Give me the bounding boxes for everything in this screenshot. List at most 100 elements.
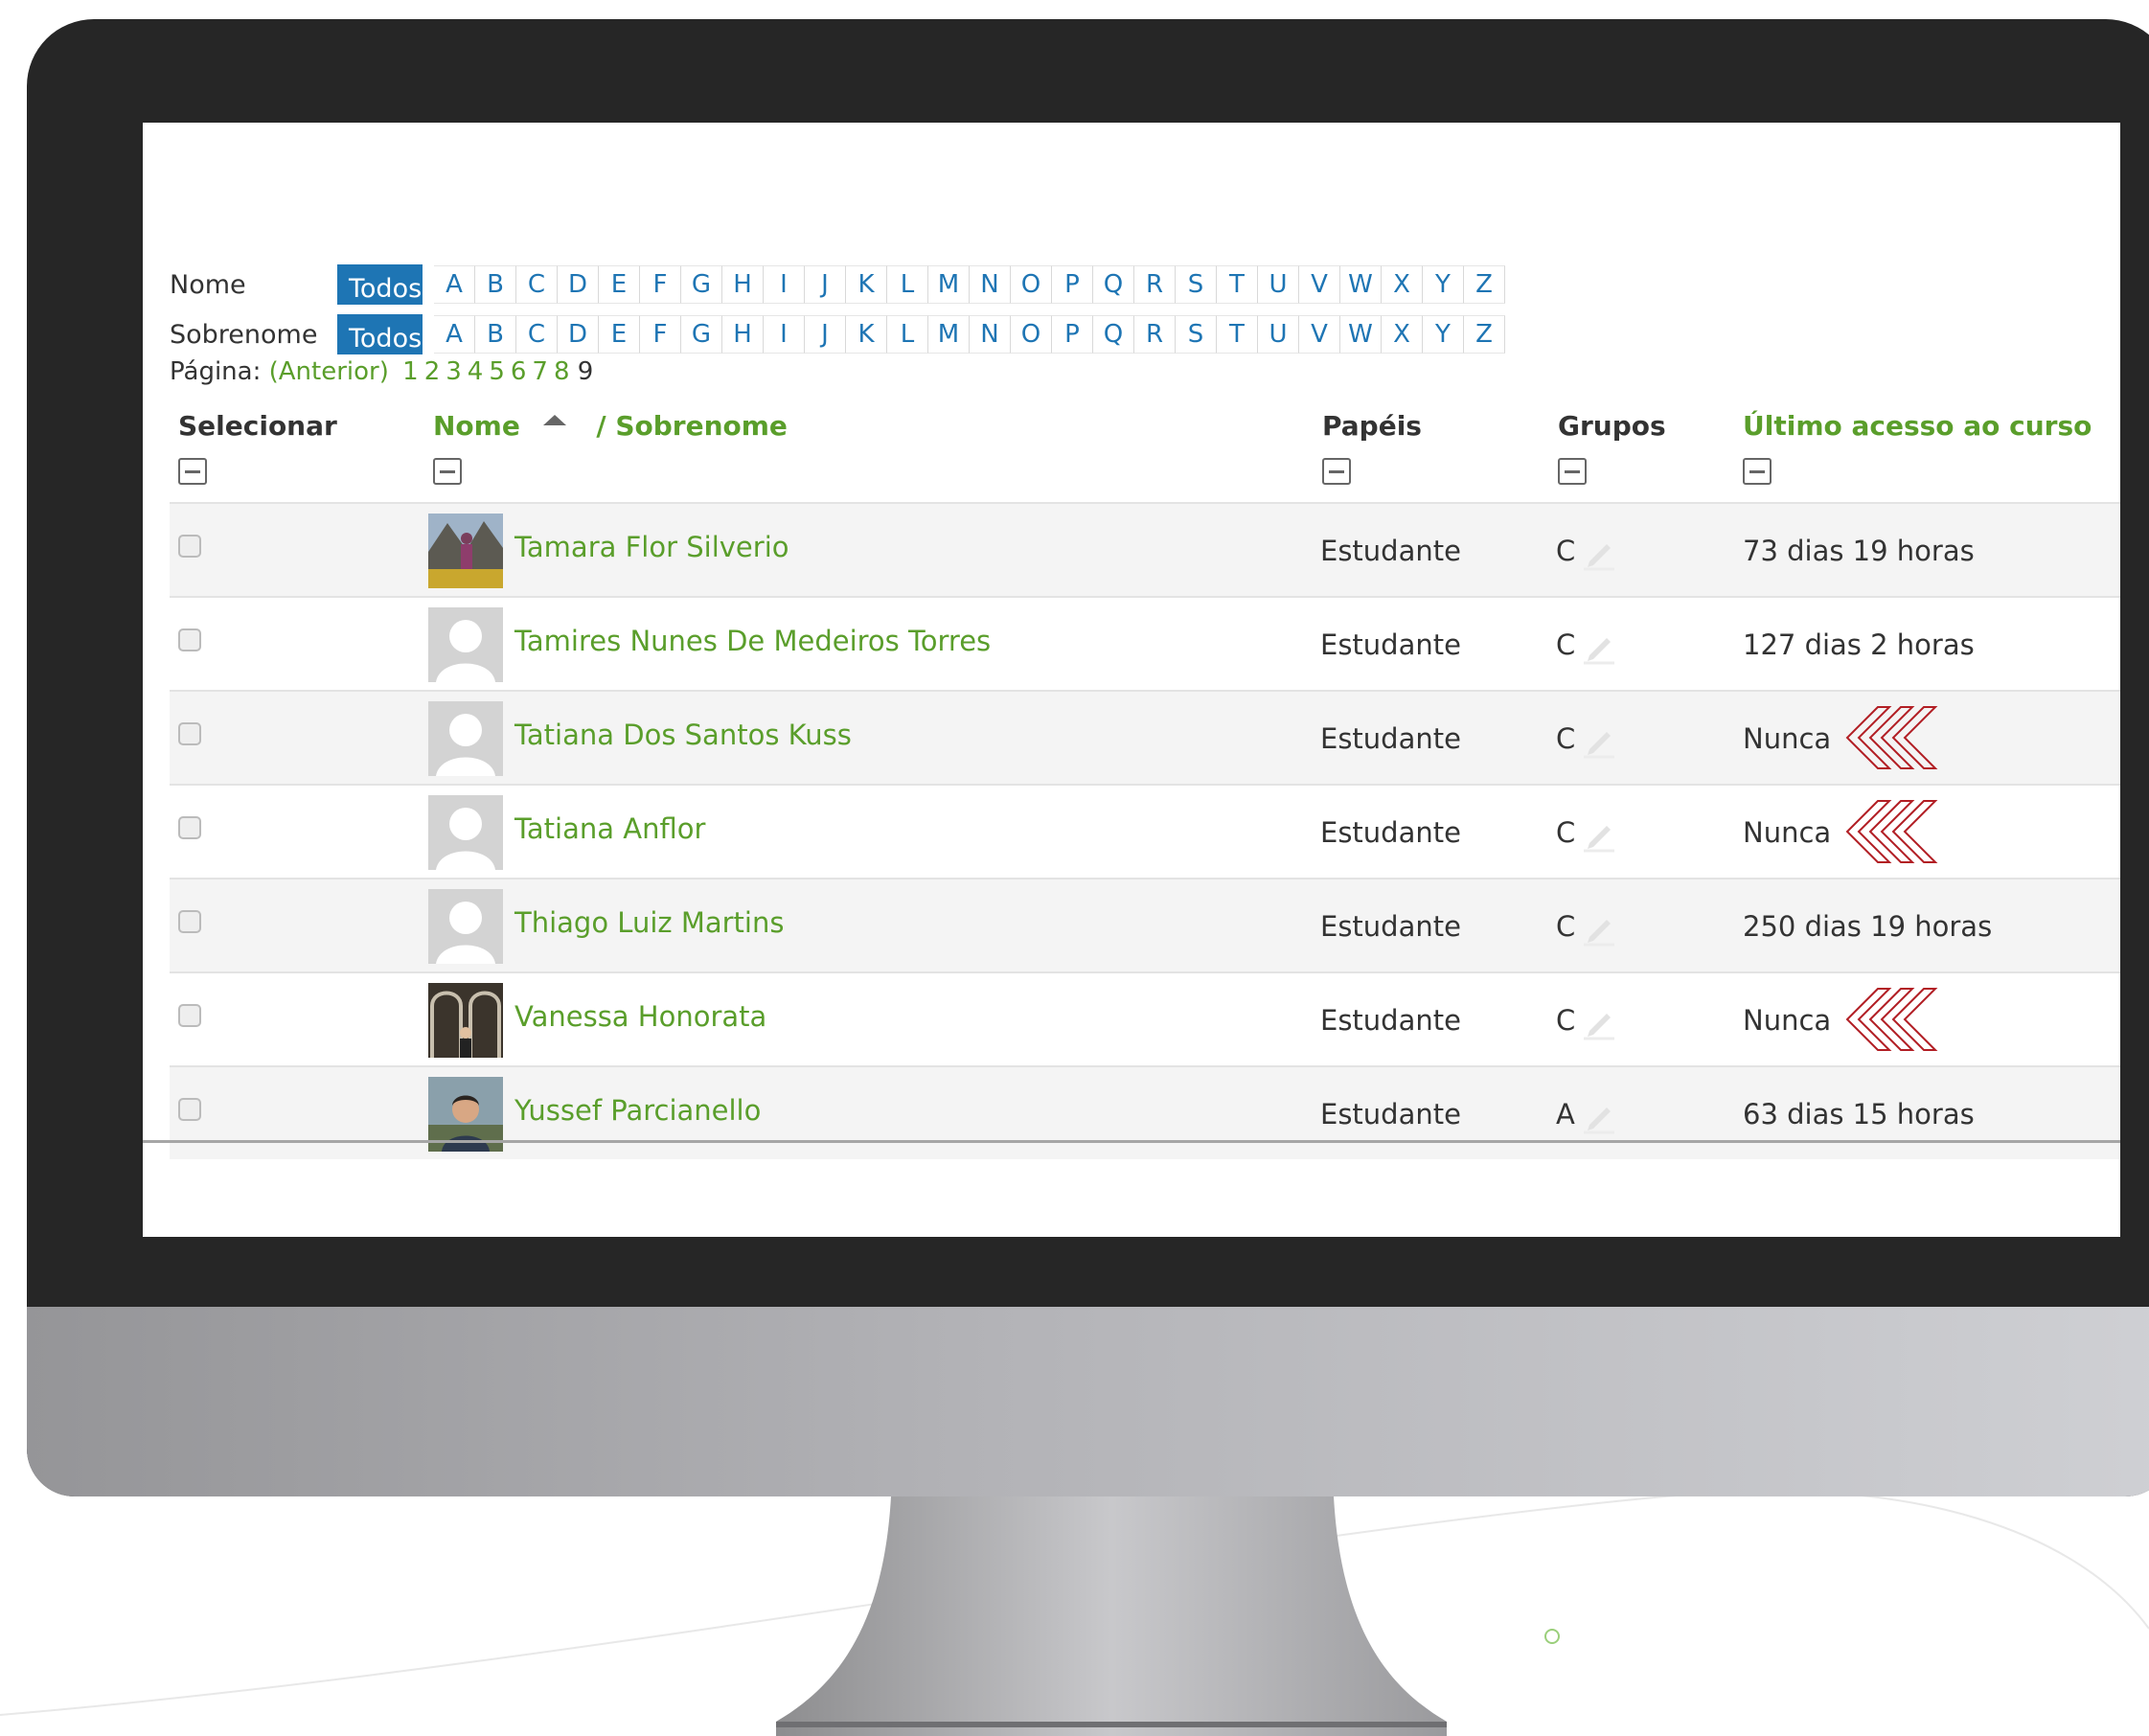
- last-name-letter-a[interactable]: A: [434, 315, 475, 354]
- last-name-letter-i[interactable]: I: [764, 315, 805, 354]
- first-name-letter-c[interactable]: C: [516, 265, 558, 304]
- edit-group-pencil-icon[interactable]: [1580, 908, 1618, 947]
- first-name-letter-z[interactable]: Z: [1464, 265, 1505, 304]
- user-last-access: 63 dias 15 horas: [1743, 1098, 1975, 1131]
- first-name-letter-j[interactable]: J: [805, 265, 846, 304]
- last-name-letter-n[interactable]: N: [970, 315, 1011, 354]
- user-avatar[interactable]: [428, 701, 503, 776]
- pagination-page-link[interactable]: 5: [489, 357, 505, 386]
- pagination-previous[interactable]: (Anterior): [269, 357, 389, 386]
- edit-group-pencil-icon[interactable]: [1580, 814, 1618, 853]
- row-select-checkbox[interactable]: [178, 1098, 201, 1121]
- first-name-letter-y[interactable]: Y: [1423, 265, 1464, 304]
- first-name-letter-x[interactable]: X: [1382, 265, 1423, 304]
- sort-by-surname-link[interactable]: / Sobrenome: [596, 410, 788, 442]
- edit-group-pencil-icon[interactable]: [1580, 720, 1618, 759]
- pagination-page-link[interactable]: 4: [468, 357, 484, 386]
- last-name-letter-k[interactable]: K: [846, 315, 887, 354]
- last-name-letter-l[interactable]: L: [887, 315, 928, 354]
- user-role: Estudante: [1320, 1004, 1461, 1037]
- pagination-page-link[interactable]: 8: [554, 357, 570, 386]
- first-name-letter-g[interactable]: G: [681, 265, 722, 304]
- last-name-letter-o[interactable]: O: [1011, 315, 1052, 354]
- row-select-checkbox[interactable]: [178, 628, 201, 651]
- first-name-letter-v[interactable]: V: [1299, 265, 1340, 304]
- last-name-letter-v[interactable]: V: [1299, 315, 1340, 354]
- last-name-letter-m[interactable]: M: [928, 315, 970, 354]
- pagination-page-link[interactable]: 2: [424, 357, 441, 386]
- user-avatar[interactable]: [428, 983, 503, 1058]
- last-name-letter-u[interactable]: U: [1258, 315, 1299, 354]
- first-name-letter-f[interactable]: F: [640, 265, 681, 304]
- last-name-letter-x[interactable]: X: [1382, 315, 1423, 354]
- last-name-letter-j[interactable]: J: [805, 315, 846, 354]
- user-avatar[interactable]: [428, 889, 503, 964]
- first-name-letter-d[interactable]: D: [558, 265, 599, 304]
- last-name-letter-e[interactable]: E: [599, 315, 640, 354]
- collapse-name-icon[interactable]: [433, 458, 462, 485]
- first-name-letter-e[interactable]: E: [599, 265, 640, 304]
- last-name-letter-t[interactable]: T: [1217, 315, 1258, 354]
- edit-group-pencil-icon[interactable]: [1580, 1096, 1618, 1134]
- last-name-letter-b[interactable]: B: [475, 315, 516, 354]
- row-select-checkbox[interactable]: [178, 535, 201, 558]
- last-name-letter-f[interactable]: F: [640, 315, 681, 354]
- first-name-letter-u[interactable]: U: [1258, 265, 1299, 304]
- user-name-link[interactable]: Tamires Nunes De Medeiros Torres: [514, 625, 991, 657]
- last-name-letter-w[interactable]: W: [1340, 315, 1382, 354]
- pagination-page-link[interactable]: 7: [532, 357, 548, 386]
- first-name-letter-m[interactable]: M: [928, 265, 970, 304]
- first-name-letter-h[interactable]: H: [722, 265, 764, 304]
- last-name-letter-z[interactable]: Z: [1464, 315, 1505, 354]
- first-name-letter-k[interactable]: K: [846, 265, 887, 304]
- user-name-link[interactable]: Vanessa Honorata: [514, 1000, 766, 1033]
- last-name-letter-g[interactable]: G: [681, 315, 722, 354]
- user-avatar[interactable]: [428, 607, 503, 682]
- user-name-link[interactable]: Yussef Parcianello: [514, 1094, 761, 1127]
- pagination-page-link[interactable]: 6: [511, 357, 527, 386]
- sort-by-name-link[interactable]: Nome: [433, 410, 520, 442]
- last-name-letter-s[interactable]: S: [1176, 315, 1217, 354]
- edit-group-pencil-icon[interactable]: [1580, 627, 1618, 665]
- edit-group-pencil-icon[interactable]: [1580, 533, 1618, 571]
- collapse-last-access-icon[interactable]: [1743, 458, 1772, 485]
- first-name-letter-w[interactable]: W: [1340, 265, 1382, 304]
- first-name-letter-i[interactable]: I: [764, 265, 805, 304]
- row-select-checkbox[interactable]: [178, 910, 201, 933]
- row-select-checkbox[interactable]: [178, 722, 201, 745]
- first-name-letter-l[interactable]: L: [887, 265, 928, 304]
- last-name-letter-q[interactable]: Q: [1093, 315, 1134, 354]
- collapse-groups-icon[interactable]: [1558, 458, 1587, 485]
- first-name-letter-n[interactable]: N: [970, 265, 1011, 304]
- first-name-all-button[interactable]: Todos: [337, 264, 423, 305]
- collapse-select-icon[interactable]: [178, 458, 207, 485]
- first-name-letter-a[interactable]: A: [434, 265, 475, 304]
- row-select-checkbox[interactable]: [178, 1004, 201, 1027]
- user-name-link[interactable]: Tatiana Anflor: [514, 812, 705, 845]
- user-name-link[interactable]: Tatiana Dos Santos Kuss: [514, 719, 852, 751]
- last-name-letter-c[interactable]: C: [516, 315, 558, 354]
- row-select-checkbox[interactable]: [178, 816, 201, 839]
- header-last-access[interactable]: Último acesso ao curso: [1743, 410, 2092, 442]
- user-name-link[interactable]: Tamara Flor Silverio: [514, 531, 789, 563]
- last-name-letter-d[interactable]: D: [558, 315, 599, 354]
- first-name-letter-o[interactable]: O: [1011, 265, 1052, 304]
- user-avatar[interactable]: [428, 795, 503, 870]
- first-name-letter-s[interactable]: S: [1176, 265, 1217, 304]
- first-name-letter-p[interactable]: P: [1052, 265, 1093, 304]
- first-name-letter-q[interactable]: Q: [1093, 265, 1134, 304]
- last-name-letter-h[interactable]: H: [722, 315, 764, 354]
- last-name-letter-p[interactable]: P: [1052, 315, 1093, 354]
- first-name-letter-t[interactable]: T: [1217, 265, 1258, 304]
- last-name-letter-r[interactable]: R: [1134, 315, 1176, 354]
- edit-group-pencil-icon[interactable]: [1580, 1002, 1618, 1040]
- last-name-letter-y[interactable]: Y: [1423, 315, 1464, 354]
- pagination-page-link[interactable]: 3: [446, 357, 462, 386]
- pagination-page-link[interactable]: 1: [402, 357, 419, 386]
- first-name-letter-r[interactable]: R: [1134, 265, 1176, 304]
- first-name-letter-b[interactable]: B: [475, 265, 516, 304]
- last-name-all-button[interactable]: Todos: [337, 314, 423, 354]
- user-avatar[interactable]: [428, 514, 503, 588]
- user-name-link[interactable]: Thiago Luiz Martins: [514, 906, 784, 939]
- collapse-roles-icon[interactable]: [1322, 458, 1351, 485]
